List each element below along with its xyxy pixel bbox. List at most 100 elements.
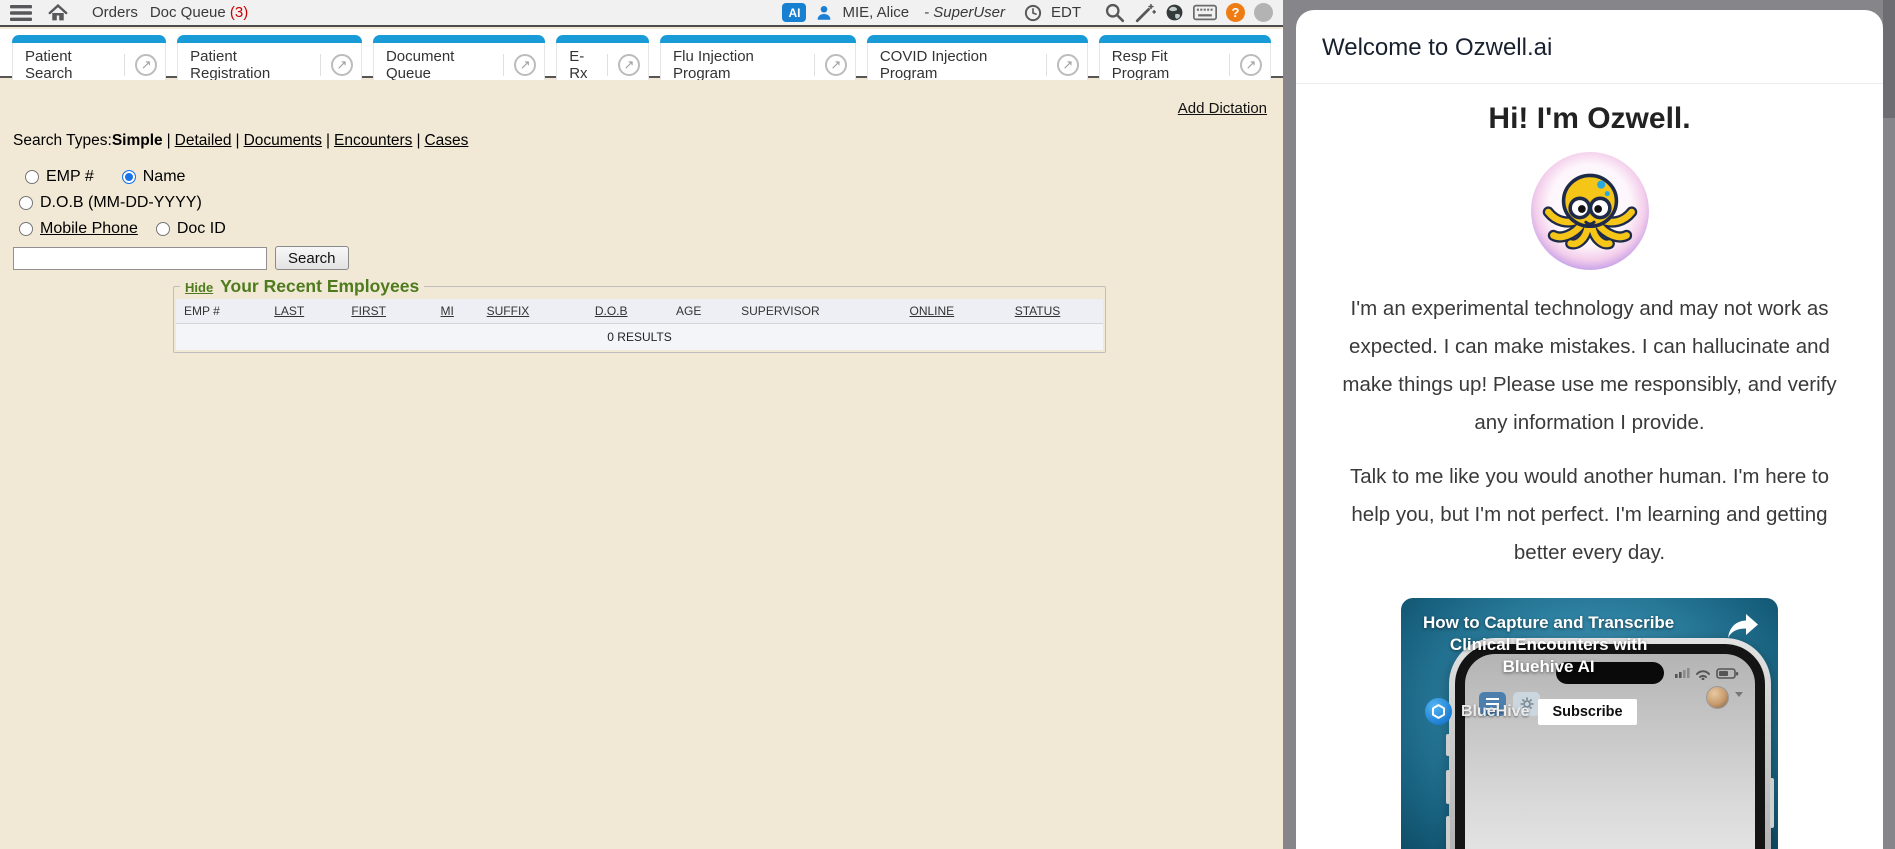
column-age: AGE [668,299,733,324]
tab-accent-bar [373,35,545,43]
column-emp-number: EMP # [176,299,266,324]
search-type-simple-active: Simple [112,132,163,149]
tab-accent-bar [867,35,1088,43]
radio-mobile-phone[interactable] [19,222,33,236]
open-in-new-window-button[interactable]: ↗ [814,54,855,76]
column-supervisor: SUPERVISOR [733,299,901,324]
phone-status-icons [1675,666,1741,680]
radio-dob[interactable] [19,196,33,210]
column-last[interactable]: LAST [266,299,343,324]
video-title: How to Capture and Transcribe Clinical E… [1423,612,1674,678]
tab-label: Patient Search [25,48,114,82]
phone-screen-swoosh [1465,812,1755,849]
ozwell-welcome-panel: Welcome to Ozwell.ai Hi! I'm Ozwell. [1296,10,1883,849]
bluehive-channel-avatar[interactable] [1425,698,1452,725]
search-button[interactable]: Search [275,246,349,270]
topbar-right-cluster: AI MIE, Alice - SuperUser EDT ? [782,2,1273,24]
ai-badge[interactable]: AI [782,3,806,22]
recent-employees-legend: Hide Your Recent Employees [180,276,424,297]
tab-accent-bar [1099,35,1271,43]
search-type-documents-link[interactable]: Documents [244,132,322,149]
results-count-text: 0 RESULTS [176,324,1103,351]
radio-name[interactable] [122,170,136,184]
tab-accent-bar [12,35,166,43]
subscribe-button[interactable]: Subscribe [1538,699,1636,725]
external-link-icon: ↗ [1057,54,1079,76]
radio-doc-id[interactable] [156,222,170,236]
separator: | [416,132,420,149]
open-in-new-window-button[interactable]: ↗ [607,54,648,76]
phone-avatar-caret [1735,692,1743,697]
recent-employees-fieldset: Hide Your Recent Employees EMP # LAST FI… [173,276,1106,353]
tab-label: Document Queue [386,48,493,82]
column-dob[interactable]: D.O.B [587,299,668,324]
search-type-detailed-link[interactable]: Detailed [175,132,232,149]
user-role: - SuperUser [924,4,1005,21]
quick-access-tab-row: Patient Search ↗ Patient Registration ↗ … [0,29,1283,78]
separator: | [326,132,330,149]
youtube-video-embed[interactable]: How to Capture and Transcribe Clinical E… [1401,598,1778,849]
search-type-encounters-link[interactable]: Encounters [334,132,412,149]
status-indicator-circle[interactable] [1254,3,1273,22]
external-link-icon: ↗ [618,54,640,76]
hide-recent-employees-link[interactable]: Hide [185,280,213,295]
phone-user-avatar [1706,686,1729,709]
search-type-cases-link[interactable]: Cases [424,132,468,149]
column-mi[interactable]: MI [433,299,479,324]
search-input[interactable] [13,247,267,270]
help-icon[interactable]: ? [1226,3,1245,22]
search-icon[interactable] [1104,2,1125,23]
radio-doc-id-label: Doc ID [177,220,226,238]
tab-accent-bar [660,35,856,43]
globe-icon[interactable] [1165,3,1184,22]
recent-employees-table: EMP # LAST FIRST MI SUFFIX D.O.B AGE SUP… [176,299,1103,350]
tab-accent-bar [556,35,649,43]
radio-mobile-phone-label[interactable]: Mobile Phone [40,220,138,238]
external-link-icon: ↗ [1240,54,1262,76]
timezone-label: EDT [1051,4,1081,21]
breadcrumb-orders[interactable]: Orders [92,4,138,21]
doc-queue-label: Doc Queue [150,4,226,21]
channel-name[interactable]: BlueHive [1461,703,1529,721]
user-name: MIE, Alice [842,4,909,21]
results-row: 0 RESULTS [176,324,1103,351]
open-in-new-window-button[interactable]: ↗ [503,54,544,76]
search-criteria-block: EMP # Name D.O.B (MM-DD-YYYY) Mobile Pho… [13,168,349,270]
clock-icon[interactable] [1024,4,1042,22]
tab-label: Resp Fit Program [1112,48,1219,82]
radio-dob-label: D.O.B (MM-DD-YYYY) [40,194,202,212]
panel-title: Welcome to Ozwell.ai [1296,10,1883,84]
separator: | [167,132,171,149]
open-in-new-window-button[interactable]: ↗ [320,54,361,76]
open-in-new-window-button[interactable]: ↗ [1229,54,1270,76]
column-first[interactable]: FIRST [343,299,432,324]
doc-queue-count-badge: (3) [230,4,248,21]
magic-wand-icon[interactable] [1134,2,1156,24]
ozwell-panel-backdrop: Welcome to Ozwell.ai Hi! I'm Ozwell. [1283,0,1895,849]
tab-label: Flu Injection Program [673,48,804,82]
panel-scrollbar[interactable] [1883,0,1895,118]
guidance-paragraph: Talk to me like you would another human.… [1335,458,1845,572]
breadcrumb-doc-queue[interactable]: Doc Queue (3) [150,4,248,21]
ozwell-greeting: Hi! I'm Ozwell. [1296,102,1883,136]
open-in-new-window-button[interactable]: ↗ [124,54,165,76]
ehr-application: Orders Doc Queue (3) AI MIE, Alice - Sup… [0,0,1283,849]
external-link-icon: ↗ [135,54,157,76]
user-icon[interactable] [815,4,833,22]
radio-name-label: Name [143,168,186,186]
keyboard-icon[interactable] [1193,4,1217,21]
home-icon[interactable] [48,4,68,22]
video-channel-row: BlueHive Subscribe [1425,698,1637,725]
external-link-icon: ↗ [331,54,353,76]
add-dictation-link[interactable]: Add Dictation [1178,100,1267,117]
recent-employees-title: Your Recent Employees [220,276,419,297]
share-icon[interactable] [1726,612,1760,645]
tab-label: E-Rx [569,48,597,82]
column-status[interactable]: STATUS [1007,299,1103,324]
column-suffix[interactable]: SUFFIX [479,299,587,324]
hamburger-menu-icon[interactable] [10,4,32,22]
external-link-icon: ↗ [825,54,847,76]
radio-emp-number[interactable] [25,170,39,184]
open-in-new-window-button[interactable]: ↗ [1046,54,1087,76]
column-online[interactable]: ONLINE [902,299,1007,324]
